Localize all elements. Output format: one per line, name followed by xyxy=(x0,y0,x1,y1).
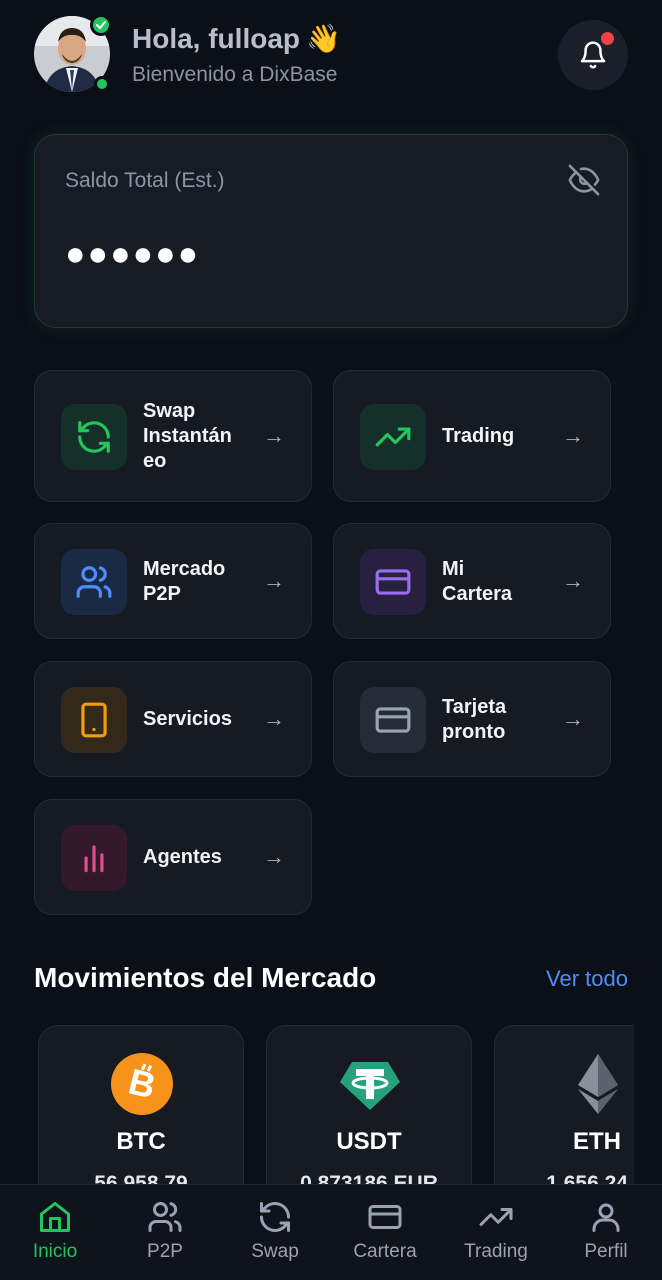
action-p2p-label: Mercado P2P xyxy=(143,558,226,605)
welcome-subtitle: Bienvenido a DixBase xyxy=(132,63,338,86)
action-trading-label: Trading xyxy=(442,425,515,447)
bitcoin-icon: B xyxy=(111,1053,173,1115)
coin-symbol: ETH xyxy=(573,1128,621,1155)
coin-card-btc[interactable]: B BTC 56.958,79 xyxy=(38,1025,244,1194)
trending-up-icon xyxy=(360,404,426,470)
greeting-text: Hola, fulloap xyxy=(132,22,300,54)
see-all-link[interactable]: Ver todo xyxy=(546,966,628,992)
nav-label: Trading xyxy=(464,1241,528,1262)
action-card[interactable]: Tarjeta pronto → xyxy=(333,661,611,777)
wallet-card-icon xyxy=(360,549,426,615)
arrow-right-icon: → xyxy=(562,423,584,448)
ethereum-icon xyxy=(578,1054,618,1114)
market-carousel[interactable]: B BTC 56.958,79 USDT 0,873186 EUR ETH 1.… xyxy=(34,1024,634,1194)
online-status-dot xyxy=(94,76,110,92)
notification-badge xyxy=(601,32,614,45)
trending-up-icon xyxy=(479,1208,513,1226)
coin-symbol: USDT xyxy=(336,1128,402,1155)
nav-p2p[interactable]: P2P xyxy=(115,1199,215,1263)
arrow-right-icon: → xyxy=(562,706,584,731)
notifications-button[interactable] xyxy=(558,20,628,90)
action-agents[interactable]: Agentes → xyxy=(34,799,312,915)
market-section-title: Movimientos del Mercado xyxy=(34,962,377,993)
swap-icon xyxy=(61,404,127,470)
action-services-label: Servicios xyxy=(143,708,232,730)
wave-emoji: 👋 xyxy=(306,23,341,54)
eye-off-icon xyxy=(568,164,600,196)
card-icon xyxy=(360,687,426,753)
nav-perfil[interactable]: Perfil xyxy=(556,1199,656,1263)
phone-icon xyxy=(61,687,127,753)
coin-symbol: BTC xyxy=(116,1128,166,1155)
balance-label: Saldo Total (Est.) xyxy=(65,169,225,192)
action-trading[interactable]: Trading → xyxy=(333,370,611,502)
users-icon xyxy=(61,549,127,615)
nav-label: Cartera xyxy=(353,1241,417,1262)
user-avatar[interactable] xyxy=(34,14,112,92)
action-swap-label: Swap Instantán eo xyxy=(143,400,232,472)
verified-check-icon xyxy=(90,14,112,36)
users-icon xyxy=(148,1202,182,1232)
arrow-right-icon: → xyxy=(263,568,285,593)
nav-label: Swap xyxy=(251,1241,299,1262)
swap-icon xyxy=(260,1202,290,1232)
action-services[interactable]: Servicios → xyxy=(34,661,312,777)
home-icon xyxy=(40,1202,70,1232)
arrow-right-icon: → xyxy=(263,423,285,448)
nav-swap[interactable]: Swap xyxy=(225,1199,325,1263)
action-p2p[interactable]: Mercado P2P → xyxy=(34,523,312,639)
balance-value-hidden: ●●●●●● xyxy=(65,235,201,273)
user-icon xyxy=(592,1203,620,1232)
nav-cartera[interactable]: Cartera xyxy=(335,1199,435,1263)
action-agents-label: Agentes xyxy=(143,846,222,868)
nav-trading[interactable]: Trading xyxy=(446,1199,546,1263)
hide-balance-toggle[interactable] xyxy=(567,163,601,202)
balance-card: Saldo Total (Est.) ●●●●●● xyxy=(34,134,628,328)
nav-label: Perfil xyxy=(584,1241,628,1262)
coin-card-eth[interactable]: ETH 1.656,24 E xyxy=(494,1025,634,1194)
action-card-label: Tarjeta pronto xyxy=(442,696,507,743)
arrow-right-icon: → xyxy=(562,568,584,593)
action-wallet[interactable]: Mi Cartera → xyxy=(333,523,611,639)
bottom-nav: Inicio P2P Swap Cartera Trading Perfil xyxy=(0,1184,662,1280)
arrow-right-icon: → xyxy=(263,706,285,731)
action-swap[interactable]: Swap Instantán eo → xyxy=(34,370,312,502)
nav-label: P2P xyxy=(147,1241,183,1262)
greeting: Hola, fulloap 👋 xyxy=(132,22,341,55)
arrow-right-icon: → xyxy=(263,844,285,869)
action-wallet-label: Mi Cartera xyxy=(442,558,513,605)
wallet-card-icon xyxy=(368,1205,402,1229)
nav-label: Inicio xyxy=(32,1241,78,1262)
bar-chart-icon xyxy=(61,825,127,891)
coin-card-usdt[interactable]: USDT 0,873186 EUR xyxy=(266,1025,472,1194)
nav-inicio[interactable]: Inicio xyxy=(5,1199,105,1263)
tether-icon xyxy=(340,1062,400,1110)
